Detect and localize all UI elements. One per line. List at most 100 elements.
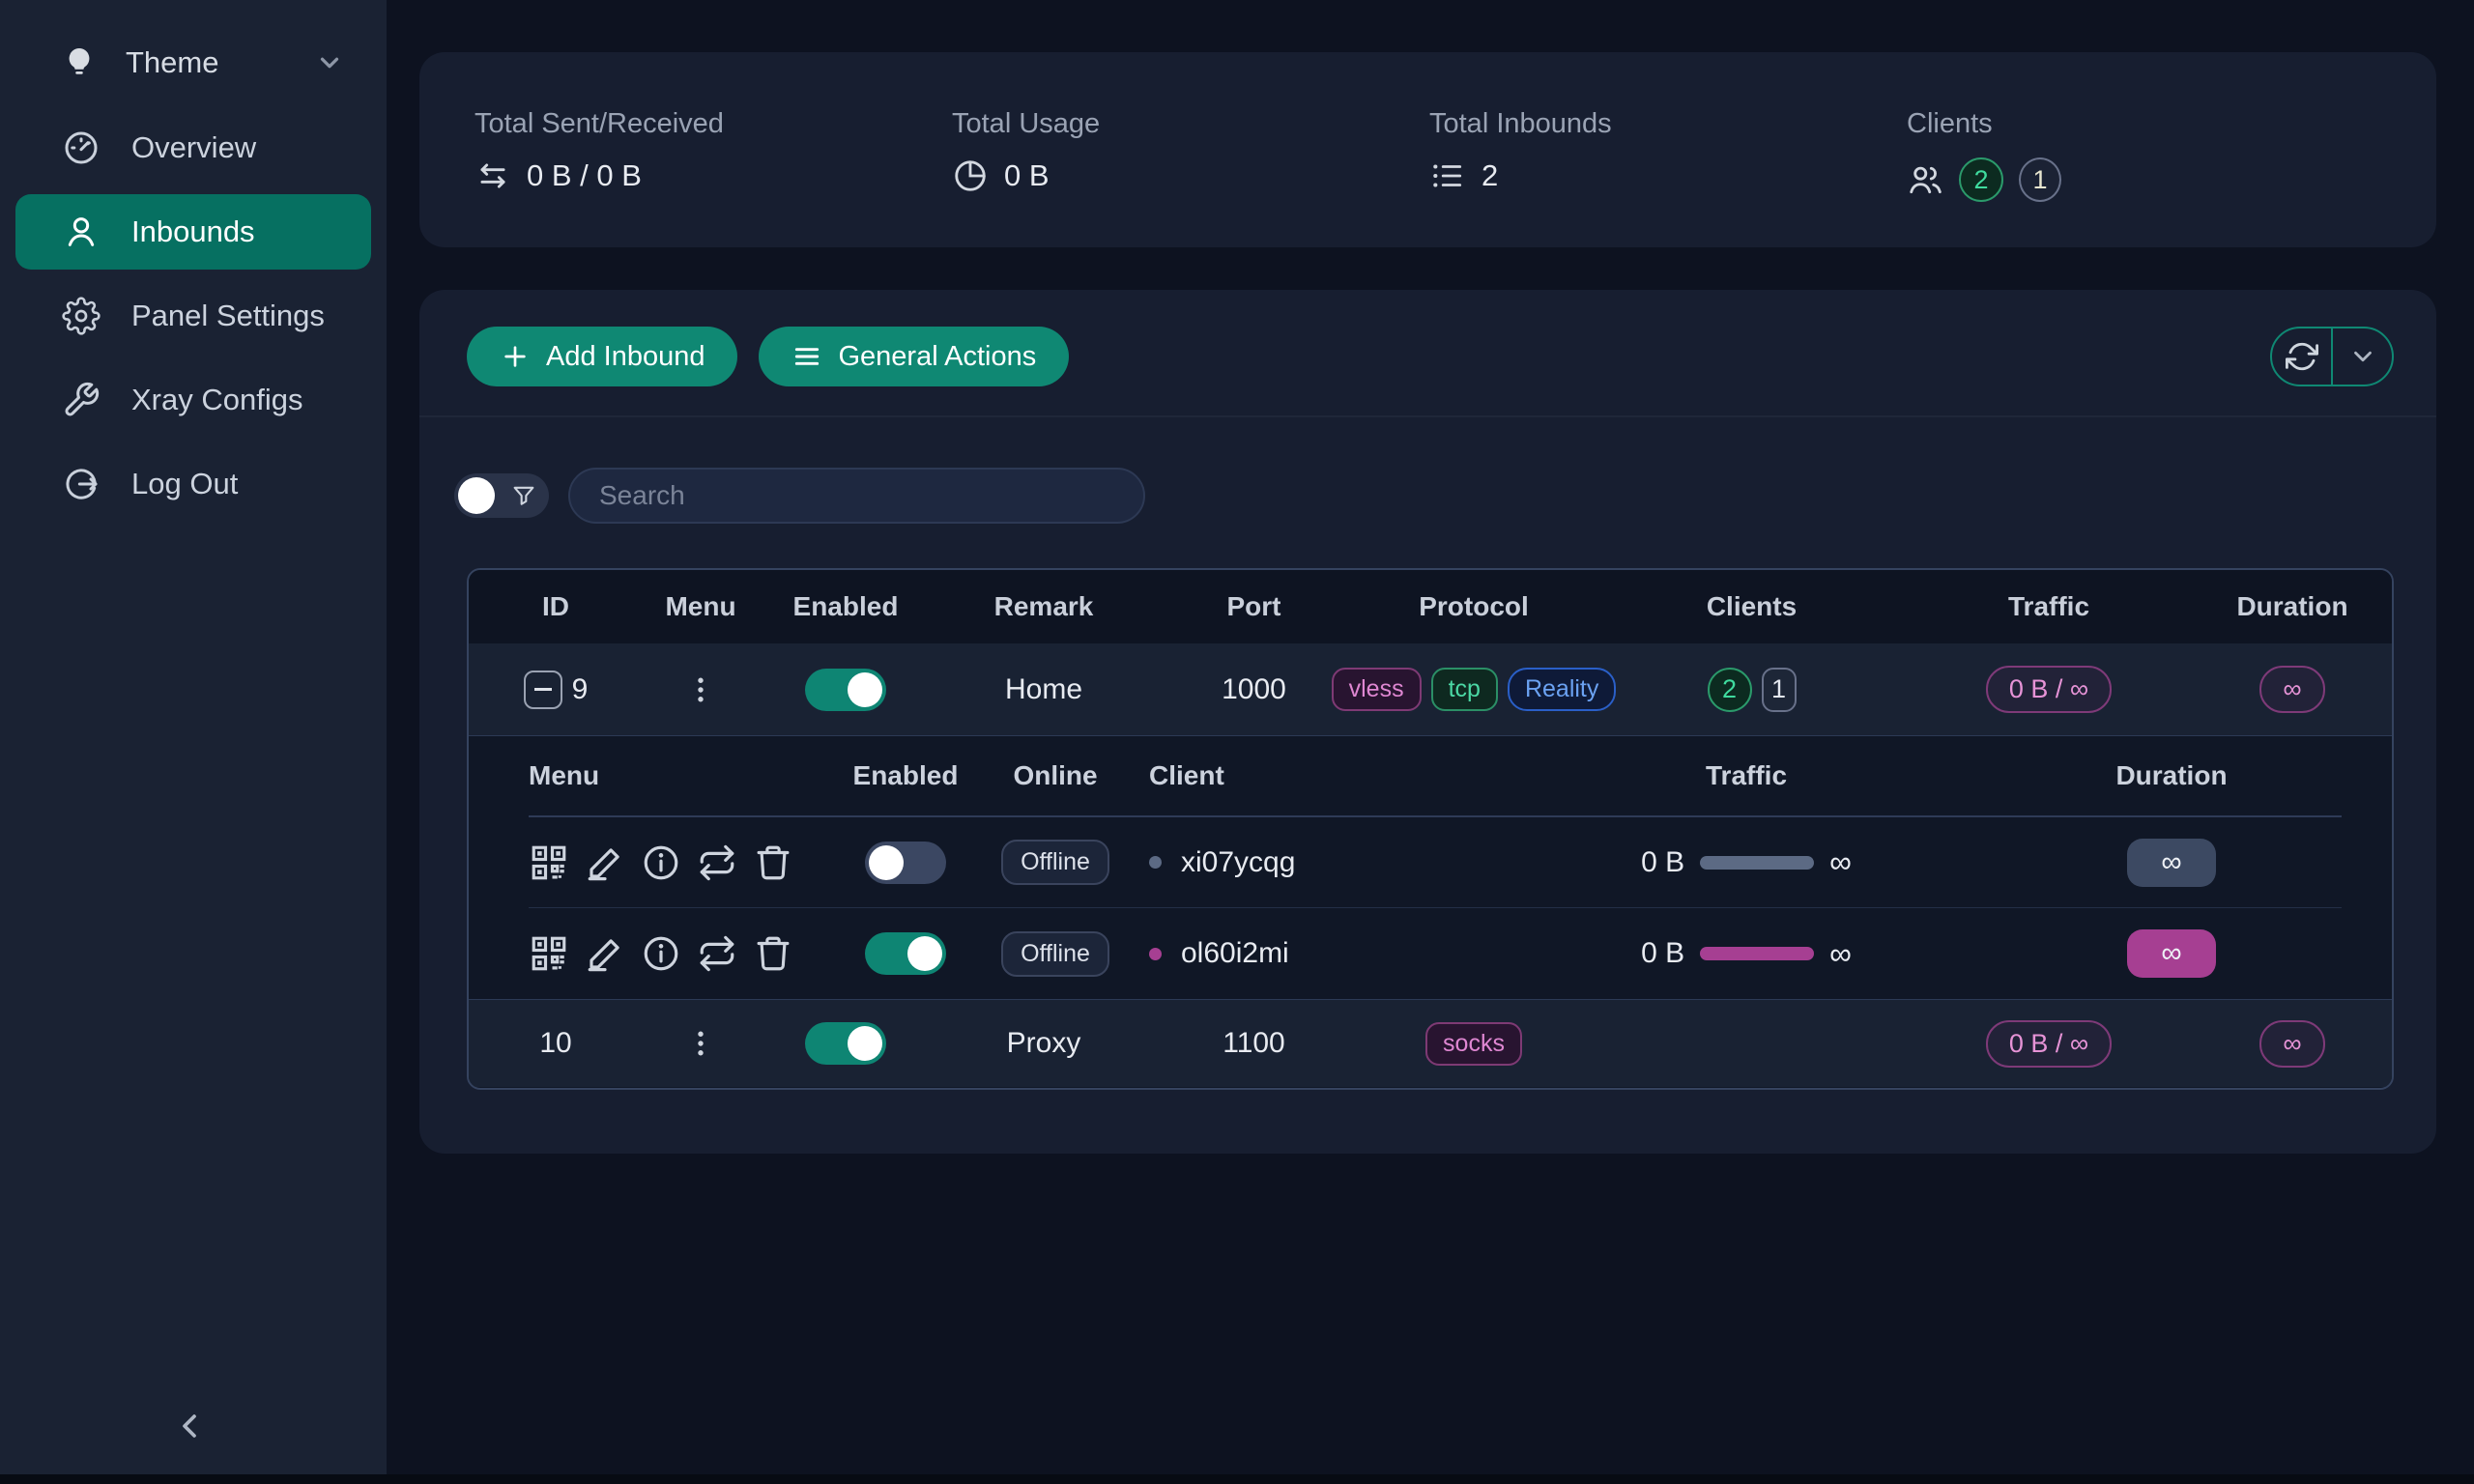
inbound-id: 10	[469, 1027, 643, 1060]
client-row: Offline xi07ycqg 0 B ∞ ∞	[529, 817, 2342, 908]
col-header-duration: Duration	[2189, 591, 2394, 622]
sidebar-nav: Overview Inbounds Panel Settings Xray Co…	[0, 110, 387, 522]
col-header-protocol: Protocol	[1353, 591, 1595, 622]
protocol-badge: vless	[1332, 668, 1422, 711]
logout-icon	[62, 465, 101, 503]
client-name: xi07ycqg	[1181, 846, 1295, 879]
gauge-icon	[62, 128, 101, 167]
traffic-pill: 0 B / ∞	[1986, 666, 2112, 713]
reset-traffic-icon[interactable]	[697, 933, 737, 974]
subcol-header-client: Client	[1137, 760, 1495, 791]
chevron-left-icon	[170, 1407, 209, 1445]
edit-icon[interactable]	[585, 933, 625, 974]
trash-icon[interactable]	[753, 842, 793, 883]
kebab-menu-icon	[683, 1026, 718, 1061]
table-header-row: ID Menu Enabled Remark Port Protocol Cli…	[469, 570, 2392, 643]
chevron-down-icon	[315, 48, 344, 77]
sidebar-item-overview[interactable]: Overview	[15, 110, 371, 186]
reset-traffic-icon[interactable]	[697, 842, 737, 883]
info-icon[interactable]	[641, 842, 681, 883]
client-enabled-toggle[interactable]	[865, 932, 946, 975]
trash-icon[interactable]	[753, 933, 793, 974]
col-header-remark: Remark	[933, 591, 1155, 622]
pie-chart-icon	[952, 157, 989, 194]
sidebar-item-label: Log Out	[131, 467, 238, 501]
protocol-badge: socks	[1425, 1022, 1522, 1066]
stat-label: Clients	[1907, 108, 2061, 140]
client-enabled-toggle[interactable]	[865, 842, 946, 884]
subcol-header-menu: Menu	[529, 760, 838, 791]
transport-badge: tcp	[1431, 668, 1498, 711]
stat-clients: Clients 2 1	[1907, 108, 2061, 202]
duration-pill: ∞	[2259, 1020, 2324, 1068]
col-header-menu: Menu	[643, 591, 759, 622]
sidebar-item-xray-configs[interactable]: Xray Configs	[15, 362, 371, 438]
subcol-header-enabled: Enabled	[838, 760, 973, 791]
stat-value: 0 B	[1004, 158, 1050, 193]
toggle-knob	[907, 936, 942, 971]
filter-toggle[interactable]	[454, 473, 549, 518]
inbounds-table: ID Menu Enabled Remark Port Protocol Cli…	[467, 568, 2394, 1090]
sidebar-item-panel-settings[interactable]: Panel Settings	[15, 278, 371, 354]
duration-pill: ∞	[2259, 666, 2324, 713]
refresh-icon	[2286, 340, 2318, 373]
toggle-knob	[869, 845, 904, 880]
inbound-enabled-toggle[interactable]	[805, 1022, 886, 1065]
stat-total-usage: Total Usage 0 B	[952, 108, 1100, 194]
kebab-menu-icon	[683, 672, 718, 707]
stat-label: Total Sent/Received	[475, 108, 724, 140]
sidebar-item-inbounds[interactable]: Inbounds	[15, 194, 371, 270]
traffic-limit: ∞	[1829, 936, 1852, 972]
inbound-port: 1100	[1155, 1027, 1353, 1060]
inbound-enabled-toggle[interactable]	[805, 669, 886, 711]
sidebar-item-logout[interactable]: Log Out	[15, 446, 371, 522]
clients-subtable: Menu Enabled Online Client Traffic Durat…	[469, 736, 2392, 1000]
qr-code-icon[interactable]	[529, 933, 569, 974]
client-actions	[529, 842, 838, 883]
edit-icon[interactable]	[585, 842, 625, 883]
table-row: 9 Home 1000 vless tcp Reality 2 1 0 B / …	[469, 643, 2392, 736]
col-header-traffic: Traffic	[1909, 591, 2189, 622]
theme-selector[interactable]: Theme	[0, 0, 387, 100]
stat-label: Total Inbounds	[1429, 108, 1612, 140]
online-status-badge: Offline	[1001, 931, 1109, 977]
search-input[interactable]	[568, 468, 1145, 524]
row-menu-button[interactable]	[643, 1026, 759, 1061]
duration-pill: ∞	[2127, 839, 2216, 887]
sidebar-item-label: Inbounds	[131, 214, 255, 249]
hamburger-icon	[791, 341, 822, 372]
sidebar-collapse-button[interactable]	[166, 1403, 213, 1449]
toggle-knob	[458, 477, 495, 514]
qr-code-icon[interactable]	[529, 842, 569, 883]
traffic-pill: 0 B / ∞	[1986, 1020, 2112, 1068]
traffic-limit: ∞	[1829, 844, 1852, 880]
inbound-port: 1000	[1155, 673, 1353, 706]
col-header-id: ID	[469, 591, 643, 622]
sidebar-item-label: Overview	[131, 130, 256, 165]
collapse-row-button[interactable]	[524, 671, 562, 709]
online-status-badge: Offline	[1001, 840, 1109, 885]
subtable-header-row: Menu Enabled Online Client Traffic Durat…	[529, 736, 2342, 817]
refresh-button[interactable]	[2272, 328, 2331, 385]
row-menu-button[interactable]	[643, 672, 759, 707]
plus-icon	[500, 341, 531, 372]
clients-online-badge: 2	[1959, 157, 2003, 202]
subcol-header-online: Online	[973, 760, 1137, 791]
sidebar: Theme Overview Inbounds Panel Settings X…	[0, 0, 387, 1484]
person-icon	[62, 213, 101, 251]
clients-total-badge: 1	[1762, 668, 1797, 712]
traffic-used: 0 B	[1641, 937, 1684, 970]
clients-online-badge: 2	[1708, 668, 1752, 712]
inbounds-card: Add Inbound General Actions ID Menu Enab…	[419, 290, 2436, 1154]
inbound-id: 9	[572, 673, 589, 706]
toggle-knob	[848, 1026, 882, 1061]
refresh-options-button[interactable]	[2331, 328, 2392, 385]
client-row: Offline ol60i2mi 0 B ∞ ∞	[529, 908, 2342, 999]
add-inbound-button[interactable]: Add Inbound	[467, 327, 737, 386]
general-actions-button[interactable]: General Actions	[759, 327, 1069, 386]
stat-sent-received: Total Sent/Received 0 B / 0 B	[475, 108, 724, 194]
bottom-edge-strip	[0, 1474, 2474, 1484]
client-color-dot	[1149, 948, 1162, 960]
list-icon	[1429, 157, 1466, 194]
info-icon[interactable]	[641, 933, 681, 974]
